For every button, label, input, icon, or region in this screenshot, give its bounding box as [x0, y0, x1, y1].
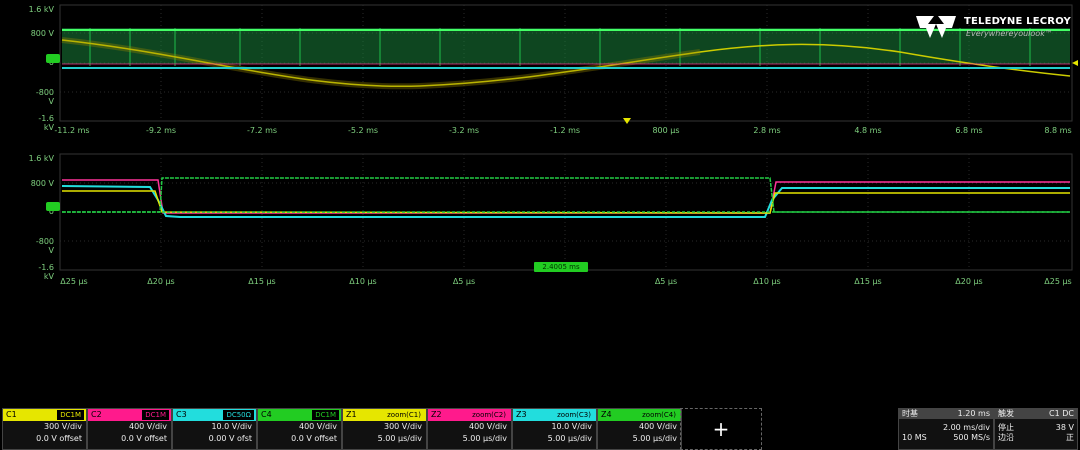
timebase-delay: 1.20 ms: [957, 409, 990, 418]
channel-name: C4: [261, 410, 272, 419]
ground-marker-zoom[interactable]: [46, 202, 60, 211]
y-tick-label: 1.6 kV: [28, 154, 54, 163]
tdiv-value: 5.00 µs/div: [462, 434, 507, 443]
x-tick-label: -5.2 ms: [347, 126, 379, 135]
vdiv-value: 400 V/div: [128, 422, 167, 431]
x-tick-label: Δ20 µs: [955, 277, 983, 286]
offset-value: 0.00 V ofst: [208, 434, 252, 443]
channel-descriptor-c4[interactable]: C4 DC1M 400 V/div 0.0 V offset: [257, 408, 342, 450]
x-tick-label: Δ20 µs: [147, 277, 175, 286]
vdiv-value: 10.0 V/div: [211, 422, 252, 431]
x-tick-label: -11.2 ms: [54, 126, 90, 135]
trigger-type: 边沿: [998, 433, 1014, 442]
y-tick-label: 800 V: [30, 29, 54, 38]
channel-name: C3: [176, 410, 187, 419]
channel-descriptor-c2[interactable]: C2 DC1M 400 V/div 0.0 V offset: [87, 408, 172, 450]
x-tick-label: -9.2 ms: [145, 126, 177, 135]
y-tick-label: 1.6 kV: [28, 5, 54, 14]
vdiv-value: 400 V/div: [638, 422, 677, 431]
x-tick-label: Δ10 µs: [349, 277, 377, 286]
timebase-rate: 2.00 ms/div: [942, 423, 990, 432]
zoom-source: zoom(C4): [642, 411, 676, 419]
timebase-label: 时基: [902, 409, 918, 418]
waveform-display: [59, 4, 1078, 271]
vdiv-value: 300 V/div: [383, 422, 422, 431]
zoom-descriptor-z1[interactable]: Z1 zoom(C1) 300 V/div 5.00 µs/div: [342, 408, 427, 450]
x-tick-label: -7.2 ms: [246, 126, 278, 135]
zoom-waveforms: [61, 177, 1070, 218]
zoom-name: Z4: [601, 410, 612, 419]
vdiv-value: 400 V/div: [298, 422, 337, 431]
tdiv-value: 5.00 µs/div: [377, 434, 422, 443]
trigger-label: 触发: [998, 409, 1014, 418]
logo-brand: TELEDYNE LECROY: [964, 16, 1071, 27]
zoom-name: Z1: [346, 410, 357, 419]
x-tick-label: -1.2 ms: [549, 126, 581, 135]
x-tick-label: 800 µs: [652, 126, 680, 135]
zoom-source: zoom(C2): [472, 411, 506, 419]
x-tick-label: Δ25 µs: [1044, 277, 1072, 286]
vdiv-value: 300 V/div: [43, 422, 82, 431]
coupling-tag: DC50Ω: [223, 410, 254, 420]
y-tick-label: -800 V: [35, 88, 54, 106]
y-tick-label: -1.6 kV: [38, 114, 54, 132]
x-tick-label: 4.8 ms: [854, 126, 882, 135]
zoom-position-label[interactable]: 2.4005 ms: [534, 262, 588, 272]
y-tick-label: 800 V: [30, 179, 54, 188]
coupling-tag: DC1M: [142, 410, 169, 420]
offset-value: 0.0 V offset: [291, 434, 337, 443]
channel-descriptor-c1[interactable]: C1 DC1M 300 V/div 0.0 V offset: [2, 408, 87, 450]
trigger-descriptor[interactable]: 触发 C1 DC 停止 38 V 边沿 正: [994, 408, 1078, 450]
x-tick-label: Δ15 µs: [854, 277, 882, 286]
logo-tagline: Everywhereyoulook™: [966, 29, 1053, 38]
vdiv-value: 400 V/div: [468, 422, 507, 431]
trigger-mode: 停止: [998, 423, 1014, 432]
channel-name: C1: [6, 410, 17, 419]
zoom-descriptor-z3[interactable]: Z3 zoom(C3) 10.0 V/div 5.00 µs/div: [512, 408, 597, 450]
coupling-tag: DC1M: [312, 410, 339, 420]
vdiv-value: 10.0 V/div: [551, 422, 592, 431]
timebase-sample-rate: 500 MS/s: [953, 433, 990, 442]
x-tick-label: Δ15 µs: [248, 277, 276, 286]
descriptor-bar: C1 DC1M 300 V/div 0.0 V offset C2 DC1M 400…: [0, 408, 1080, 450]
ground-marker-top[interactable]: [46, 54, 60, 63]
zoom-source: zoom(C3): [557, 411, 591, 419]
channel-name: C2: [91, 410, 102, 419]
timebase-points: 10 MS: [902, 433, 927, 442]
offset-value: 0.0 V offset: [121, 434, 167, 443]
trigger-level: 38 V: [1055, 423, 1074, 432]
x-tick-label: -3.2 ms: [448, 126, 480, 135]
channel-descriptor-c3[interactable]: C3 DC50Ω 10.0 V/div 0.00 V ofst: [172, 408, 257, 450]
teledyne-lecroy-logo: TELEDYNE LECROY Everywhereyoulook™: [914, 14, 1071, 44]
x-tick-label: Δ25 µs: [60, 277, 88, 286]
x-tick-label: 2.8 ms: [753, 126, 781, 135]
x-tick-label: 6.8 ms: [955, 126, 983, 135]
zoom-name: Z2: [431, 410, 442, 419]
zoom-descriptor-z4[interactable]: Z4 zoom(C4) 400 V/div 5.00 µs/div: [597, 408, 682, 450]
tdiv-value: 5.00 µs/div: [547, 434, 592, 443]
zoom-descriptor-z2[interactable]: Z2 zoom(C2) 400 V/div 5.00 µs/div: [427, 408, 512, 450]
trigger-edge: 正: [1066, 433, 1074, 442]
coupling-tag: DC1M: [57, 410, 84, 420]
x-tick-label: Δ5 µs: [654, 277, 678, 286]
tdiv-value: 5.00 µs/div: [632, 434, 677, 443]
x-tick-label: Δ10 µs: [753, 277, 781, 286]
y-tick-label: -1.6 kV: [38, 263, 54, 281]
trigger-source: C1 DC: [1049, 409, 1074, 418]
x-tick-label: Δ5 µs: [452, 277, 476, 286]
add-trace-button[interactable]: +: [680, 408, 762, 450]
zoom-name: Z3: [516, 410, 527, 419]
offset-value: 0.0 V offset: [36, 434, 82, 443]
x-tick-label: 8.8 ms: [1044, 126, 1072, 135]
logo-icon: [916, 16, 956, 38]
timebase-descriptor[interactable]: 时基 1.20 ms 2.00 ms/div 10 MS 500 MS/s: [898, 408, 994, 450]
zoom-source: zoom(C1): [387, 411, 421, 419]
y-tick-label: -800 V: [35, 237, 54, 255]
